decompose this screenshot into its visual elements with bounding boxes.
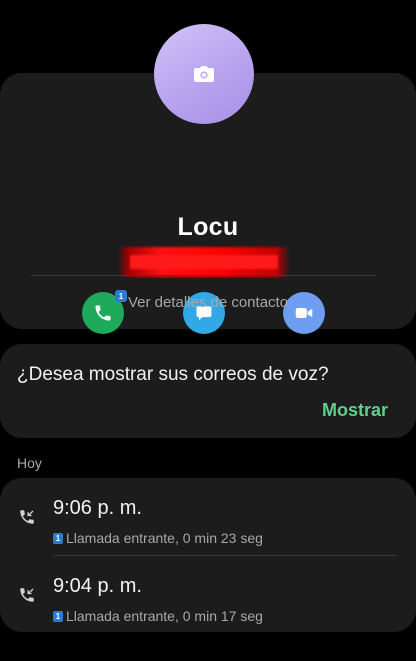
- view-contact-details-link[interactable]: Ver detalles de contacto: [0, 294, 416, 311]
- call-detail-text: Llamada entrante, 0 min 17 seg: [66, 608, 263, 624]
- divider: [53, 555, 396, 556]
- call-detail-text: Llamada entrante, 0 min 23 seg: [66, 530, 263, 546]
- sim-badge: 1: [53, 610, 63, 622]
- show-voicemail-button[interactable]: Mostrar: [322, 400, 388, 421]
- contact-avatar[interactable]: [154, 24, 254, 124]
- call-description: 1 Llamada entrante, 0 min 17 seg: [53, 608, 263, 624]
- call-history-card: 9:06 p. m. 1 Llamada entrante, 0 min 23 …: [0, 478, 416, 632]
- sim-badge: 1: [53, 532, 63, 544]
- call-log-item[interactable]: 9:04 p. m. 1 Llamada entrante, 0 min 17 …: [0, 570, 416, 640]
- voicemail-prompt-card: ¿Desea mostrar sus correos de voz? Mostr…: [0, 344, 416, 438]
- redacted-phone-number: [118, 247, 290, 277]
- incoming-call-icon: [20, 510, 34, 524]
- camera-icon: [194, 66, 214, 82]
- section-label-today: Hoy: [17, 455, 42, 471]
- contact-name: Locu: [177, 213, 239, 241]
- voicemail-question: ¿Desea mostrar sus correos de voz?: [17, 364, 329, 385]
- call-time: 9:06 p. m.: [53, 497, 142, 519]
- call-description: 1 Llamada entrante, 0 min 23 seg: [53, 530, 263, 546]
- call-time: 9:04 p. m.: [53, 575, 142, 597]
- incoming-call-icon: [20, 588, 34, 602]
- contact-call-log-screen: Locu 1 Ver detalles de contacto ¿Desea m…: [0, 0, 416, 661]
- call-log-item[interactable]: 9:06 p. m. 1 Llamada entrante, 0 min 23 …: [0, 492, 416, 562]
- divider: [31, 275, 376, 276]
